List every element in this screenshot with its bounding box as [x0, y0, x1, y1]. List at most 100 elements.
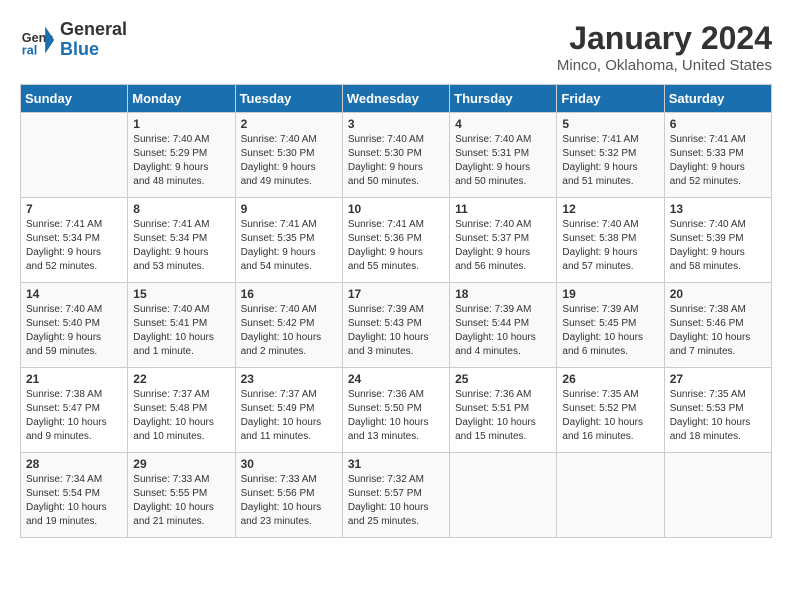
calendar-cell: 13 Sunrise: 7:40 AMSunset: 5:39 PMDayligh…: [664, 198, 771, 283]
week-row: 1 Sunrise: 7:40 AMSunset: 5:29 PMDaylight…: [21, 113, 772, 198]
day-info: Sunrise: 7:35 AMSunset: 5:53 PMDaylight:…: [670, 388, 766, 444]
day-header-monday: Monday: [128, 85, 235, 113]
day-number: 22: [133, 372, 229, 386]
day-info: Sunrise: 7:41 AMSunset: 5:34 PMDaylight:…: [26, 218, 122, 274]
day-number: 31: [348, 457, 444, 471]
day-number: 28: [26, 457, 122, 471]
calendar-cell: 10 Sunrise: 7:41 AMSunset: 5:36 PMDayligh…: [342, 198, 449, 283]
calendar-cell: 22 Sunrise: 7:37 AMSunset: 5:48 PMDayligh…: [128, 368, 235, 453]
title-area: January 2024 Minco, Oklahoma, United Sta…: [557, 20, 772, 74]
calendar-cell: 3 Sunrise: 7:40 AMSunset: 5:30 PMDaylight…: [342, 113, 449, 198]
calendar-cell: 6 Sunrise: 7:41 AMSunset: 5:33 PMDaylight…: [664, 113, 771, 198]
day-number: 2: [241, 117, 337, 131]
calendar-cell: 14 Sunrise: 7:40 AMSunset: 5:40 PMDayligh…: [21, 283, 128, 368]
day-info: Sunrise: 7:41 AMSunset: 5:33 PMDaylight:…: [670, 133, 766, 189]
day-header-wednesday: Wednesday: [342, 85, 449, 113]
calendar-table: SundayMondayTuesdayWednesdayThursdayFrid…: [20, 84, 772, 538]
day-info: Sunrise: 7:38 AMSunset: 5:47 PMDaylight:…: [26, 388, 122, 444]
day-number: 17: [348, 287, 444, 301]
day-number: 20: [670, 287, 766, 301]
calendar-cell: 2 Sunrise: 7:40 AMSunset: 5:30 PMDaylight…: [235, 113, 342, 198]
day-info: Sunrise: 7:37 AMSunset: 5:49 PMDaylight:…: [241, 388, 337, 444]
day-info: Sunrise: 7:32 AMSunset: 5:57 PMDaylight:…: [348, 473, 444, 529]
logo-text: General Blue: [60, 20, 127, 60]
calendar-title: January 2024: [557, 20, 772, 57]
day-number: 5: [562, 117, 658, 131]
calendar-cell: 23 Sunrise: 7:37 AMSunset: 5:49 PMDayligh…: [235, 368, 342, 453]
day-info: Sunrise: 7:40 AMSunset: 5:31 PMDaylight:…: [455, 133, 551, 189]
calendar-cell: 11Sunrise: 7:40 AMSunset: 5:37 PMDayligh…: [450, 198, 557, 283]
day-number: 10: [348, 202, 444, 216]
calendar-subtitle: Minco, Oklahoma, United States: [557, 57, 772, 74]
day-info: Sunrise: 7:40 AMSunset: 5:29 PMDaylight:…: [133, 133, 229, 189]
day-info: Sunrise: 7:36 AMSunset: 5:51 PMDaylight:…: [455, 388, 551, 444]
calendar-cell: 26 Sunrise: 7:35 AMSunset: 5:52 PMDayligh…: [557, 368, 664, 453]
day-info: Sunrise: 7:40 AMSunset: 5:40 PMDaylight:…: [26, 303, 122, 359]
day-info: Sunrise: 7:35 AMSunset: 5:52 PMDaylight:…: [562, 388, 658, 444]
calendar-cell: 5 Sunrise: 7:41 AMSunset: 5:32 PMDaylight…: [557, 113, 664, 198]
day-number: 1: [133, 117, 229, 131]
day-info: Sunrise: 7:40 AMSunset: 5:30 PMDaylight:…: [348, 133, 444, 189]
day-number: 16: [241, 287, 337, 301]
calendar-cell: 8 Sunrise: 7:41 AMSunset: 5:34 PMDaylight…: [128, 198, 235, 283]
day-number: 9: [241, 202, 337, 216]
calendar-cell: 17 Sunrise: 7:39 AMSunset: 5:43 PMDayligh…: [342, 283, 449, 368]
day-info: Sunrise: 7:41 AMSunset: 5:34 PMDaylight:…: [133, 218, 229, 274]
day-number: 3: [348, 117, 444, 131]
calendar-cell: 20Sunrise: 7:38 AMSunset: 5:46 PMDayligh…: [664, 283, 771, 368]
day-number: 7: [26, 202, 122, 216]
day-number: 4: [455, 117, 551, 131]
day-info: Sunrise: 7:37 AMSunset: 5:48 PMDaylight:…: [133, 388, 229, 444]
calendar-cell: 18 Sunrise: 7:39 AMSunset: 5:44 PMDayligh…: [450, 283, 557, 368]
calendar-cell: 29Sunrise: 7:33 AMSunset: 5:55 PMDayligh…: [128, 453, 235, 538]
day-info: Sunrise: 7:39 AMSunset: 5:45 PMDaylight:…: [562, 303, 658, 359]
day-info: Sunrise: 7:41 AMSunset: 5:32 PMDaylight:…: [562, 133, 658, 189]
week-row: 14 Sunrise: 7:40 AMSunset: 5:40 PMDayligh…: [21, 283, 772, 368]
day-header-sunday: Sunday: [21, 85, 128, 113]
day-info: Sunrise: 7:40 AMSunset: 5:38 PMDaylight:…: [562, 218, 658, 274]
day-number: 12: [562, 202, 658, 216]
calendar-cell: 27 Sunrise: 7:35 AMSunset: 5:53 PMDayligh…: [664, 368, 771, 453]
calendar-cell: 7 Sunrise: 7:41 AMSunset: 5:34 PMDaylight…: [21, 198, 128, 283]
calendar-cell: 19 Sunrise: 7:39 AMSunset: 5:45 PMDayligh…: [557, 283, 664, 368]
day-info: Sunrise: 7:40 AMSunset: 5:42 PMDaylight:…: [241, 303, 337, 359]
day-header-friday: Friday: [557, 85, 664, 113]
day-info: Sunrise: 7:39 AMSunset: 5:43 PMDaylight:…: [348, 303, 444, 359]
day-number: 26: [562, 372, 658, 386]
week-row: 21 Sunrise: 7:38 AMSunset: 5:47 PMDayligh…: [21, 368, 772, 453]
svg-text:ral: ral: [22, 43, 37, 57]
calendar-cell: 21 Sunrise: 7:38 AMSunset: 5:47 PMDayligh…: [21, 368, 128, 453]
day-info: Sunrise: 7:40 AMSunset: 5:37 PMDaylight:…: [455, 218, 551, 274]
day-info: Sunrise: 7:41 AMSunset: 5:36 PMDaylight:…: [348, 218, 444, 274]
day-info: Sunrise: 7:36 AMSunset: 5:50 PMDaylight:…: [348, 388, 444, 444]
day-info: Sunrise: 7:39 AMSunset: 5:44 PMDaylight:…: [455, 303, 551, 359]
calendar-cell: 9Sunrise: 7:41 AMSunset: 5:35 PMDaylight…: [235, 198, 342, 283]
day-number: 13: [670, 202, 766, 216]
day-number: 23: [241, 372, 337, 386]
day-info: Sunrise: 7:40 AMSunset: 5:39 PMDaylight:…: [670, 218, 766, 274]
day-header-tuesday: Tuesday: [235, 85, 342, 113]
day-number: 18: [455, 287, 551, 301]
day-info: Sunrise: 7:40 AMSunset: 5:30 PMDaylight:…: [241, 133, 337, 189]
day-number: 27: [670, 372, 766, 386]
day-number: 30: [241, 457, 337, 471]
day-number: 6: [670, 117, 766, 131]
day-number: 14: [26, 287, 122, 301]
calendar-cell: 1 Sunrise: 7:40 AMSunset: 5:29 PMDaylight…: [128, 113, 235, 198]
calendar-cell: 31 Sunrise: 7:32 AMSunset: 5:57 PMDayligh…: [342, 453, 449, 538]
day-number: 19: [562, 287, 658, 301]
calendar-cell: 30Sunrise: 7:33 AMSunset: 5:56 PMDayligh…: [235, 453, 342, 538]
day-header-saturday: Saturday: [664, 85, 771, 113]
day-info: Sunrise: 7:40 AMSunset: 5:41 PMDaylight:…: [133, 303, 229, 359]
day-number: 21: [26, 372, 122, 386]
calendar-cell: 24 Sunrise: 7:36 AMSunset: 5:50 PMDayligh…: [342, 368, 449, 453]
week-row: 7 Sunrise: 7:41 AMSunset: 5:34 PMDaylight…: [21, 198, 772, 283]
day-number: 8: [133, 202, 229, 216]
logo: Gene ral General Blue: [20, 20, 127, 60]
calendar-cell: 12 Sunrise: 7:40 AMSunset: 5:38 PMDayligh…: [557, 198, 664, 283]
day-number: 25: [455, 372, 551, 386]
calendar-cell: 16 Sunrise: 7:40 AMSunset: 5:42 PMDayligh…: [235, 283, 342, 368]
day-info: Sunrise: 7:34 AMSunset: 5:54 PMDaylight:…: [26, 473, 122, 529]
day-number: 24: [348, 372, 444, 386]
calendar-cell: [21, 113, 128, 198]
